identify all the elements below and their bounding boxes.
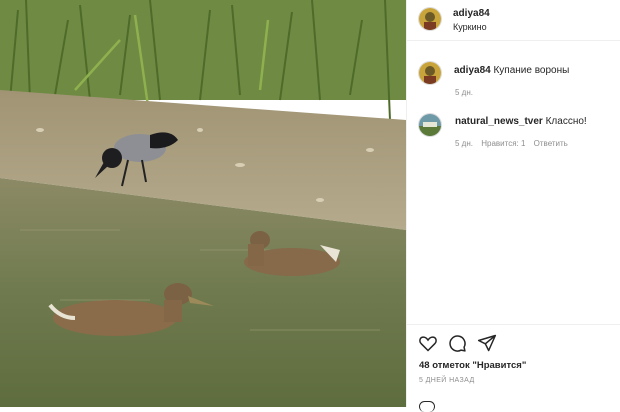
comment-text: Классно! <box>545 116 587 127</box>
post-panel: adiya84 Куркино adiya84 Купание вороны 5… <box>406 0 620 412</box>
comment-username[interactable]: natural_news_tver <box>455 116 543 127</box>
author-avatar[interactable] <box>419 8 441 30</box>
comment-avatar[interactable] <box>419 62 441 84</box>
comment-time[interactable]: 5 дн. <box>455 139 473 148</box>
heart-icon[interactable] <box>418 333 438 353</box>
post-location[interactable]: Куркино <box>453 22 487 32</box>
post-timestamp[interactable]: 5 ДНЕЙ НАЗАД <box>419 377 475 384</box>
comment-time[interactable]: 5 дн. <box>455 88 473 97</box>
comment-icon[interactable] <box>447 333 467 353</box>
comment-2: natural_news_tver Классно! <box>455 116 587 127</box>
comment-1: adiya84 Купание вороны <box>454 65 569 76</box>
comment-meta: 5 дн. Нравится: 1 Ответить <box>455 139 574 148</box>
reply-button[interactable]: Ответить <box>534 139 568 148</box>
post-header: adiya84 Куркино <box>407 0 620 41</box>
post-actions: 48 отметок "Нравится" 5 ДНЕЙ НАЗАД <box>407 324 620 412</box>
comment-likes[interactable]: Нравится: 1 <box>481 139 525 148</box>
comment-username[interactable]: adiya84 <box>454 65 491 76</box>
comment-avatar[interactable] <box>419 114 441 136</box>
likes-count[interactable]: 48 отметок "Нравится" <box>419 360 526 371</box>
author-username[interactable]: adiya84 <box>453 8 490 19</box>
comment-text: Купание вороны <box>493 65 570 76</box>
comment-meta: 5 дн. <box>455 88 479 97</box>
post-photo <box>0 0 406 407</box>
share-icon[interactable] <box>477 333 497 353</box>
